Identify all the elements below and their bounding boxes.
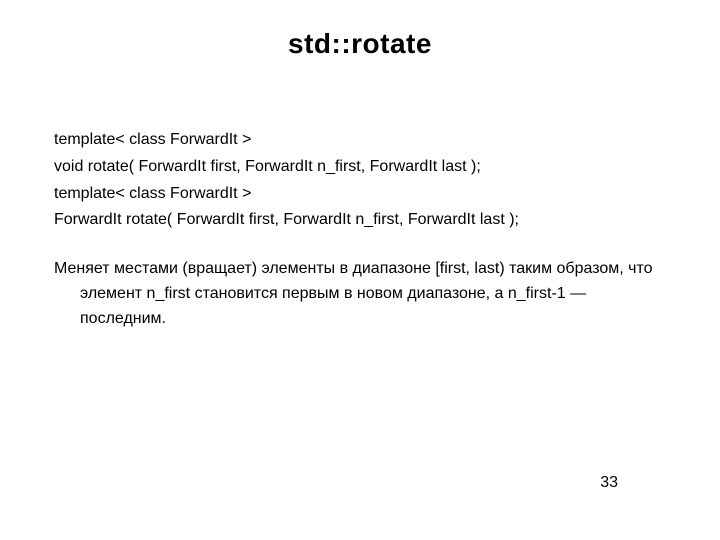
signature-line: void rotate( ForwardIt first, ForwardIt … (54, 155, 666, 180)
signature-line: template< class ForwardIt > (54, 128, 666, 153)
slide-body: template< class ForwardIt > void rotate(… (54, 128, 666, 332)
page-number: 33 (600, 474, 618, 492)
slide: std::rotate template< class ForwardIt > … (0, 0, 720, 540)
slide-title: std::rotate (0, 28, 720, 60)
description-text: Меняет местами (вращает) элементы в диап… (54, 257, 666, 331)
signature-line: ForwardIt rotate( ForwardIt first, Forwa… (54, 208, 666, 233)
signature-line: template< class ForwardIt > (54, 182, 666, 207)
